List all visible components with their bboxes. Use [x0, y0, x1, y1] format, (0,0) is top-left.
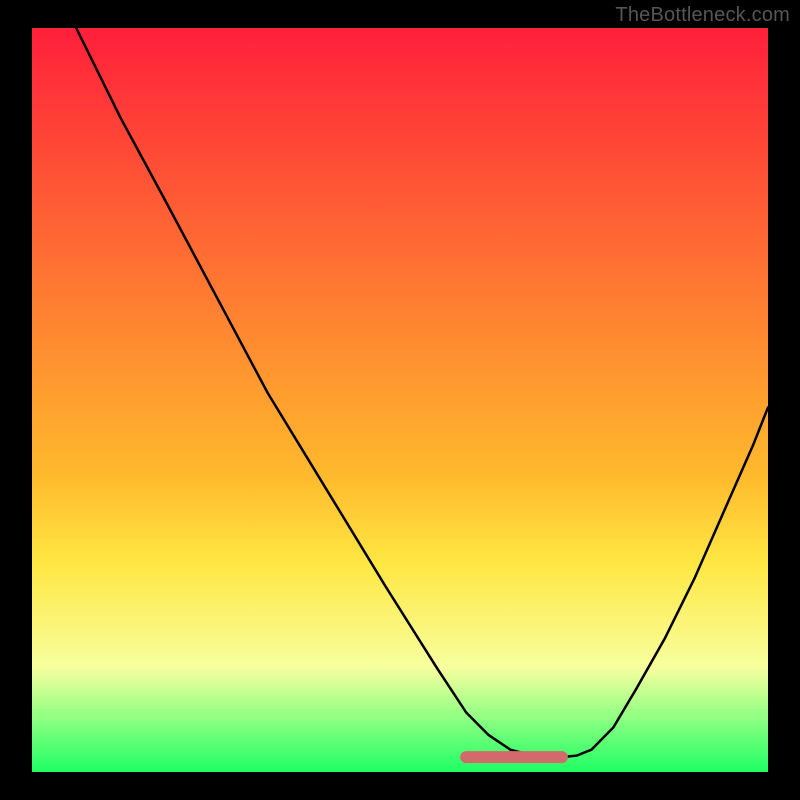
bottleneck-chart [0, 0, 800, 800]
plot-background [32, 28, 768, 772]
watermark-text: TheBottleneck.com [615, 4, 790, 27]
